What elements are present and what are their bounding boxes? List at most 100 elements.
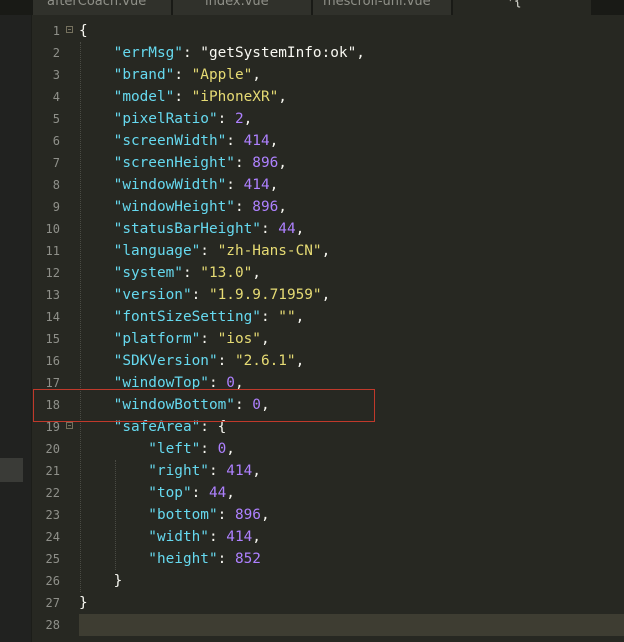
code-token: 414 (226, 529, 253, 545)
tab-mescroll-uni[interactable]: mescroll-uni.vue (313, 0, 451, 15)
code-token: : (191, 287, 209, 303)
code-token: : (260, 309, 279, 325)
code-token: "right" (79, 463, 209, 479)
code-line-27[interactable]: 27} (32, 592, 624, 614)
code-text: "brand": "Apple", (79, 64, 261, 86)
code-editor[interactable]: 1{2 "errMsg": "getSystemInfo:ok", 3 "bran… (32, 15, 624, 642)
code-line-20[interactable]: 20 "left": 0, (32, 438, 624, 460)
line-number: 25 (45, 552, 60, 566)
code-line-24[interactable]: 24 "width": 414, (32, 526, 624, 548)
tab-aftercoach[interactable]: afterCoach.vue (33, 0, 171, 15)
code-line-13[interactable]: 13 "version": "1.9.9.71959", (32, 284, 624, 306)
code-token: 44 (278, 221, 296, 237)
code-line-28[interactable]: 28 (32, 614, 624, 636)
fold-toggle-icon[interactable] (66, 422, 73, 429)
code-line-14[interactable]: 14 "fontSizeSetting": "", (32, 306, 624, 328)
tab-label: afterCoach.vue (47, 0, 147, 9)
code-line-3[interactable]: 3 "brand": "Apple", (32, 64, 624, 86)
code-text: "system": "13.0", (79, 262, 261, 284)
code-token: , (295, 309, 305, 325)
code-line-26[interactable]: 26 } (32, 570, 624, 592)
code-token: 44 (208, 485, 227, 501)
line-number: 22 (45, 486, 60, 500)
code-token: : (234, 199, 253, 215)
code-line-7[interactable]: 7 "screenHeight": 896, (32, 152, 624, 174)
line-number: 13 (45, 288, 60, 302)
code-line-25[interactable]: 25 "height": 852 (32, 548, 624, 570)
code-token: { (79, 23, 88, 39)
code-token: "screenWidth" (79, 133, 227, 149)
code-line-10[interactable]: 10 "statusBarHeight": 44, (32, 218, 624, 240)
side-panel-selected-item[interactable] (0, 458, 23, 482)
code-line-21[interactable]: 21 "right": 414, (32, 460, 624, 482)
line-number: 12 (45, 266, 60, 280)
code-token: , (356, 45, 365, 61)
code-token: } (79, 595, 88, 611)
code-token: "platform" (79, 331, 201, 347)
code-line-1[interactable]: 1{ (32, 20, 624, 42)
line-number: 6 (52, 134, 60, 148)
code-line-2[interactable]: 2 "errMsg": "getSystemInfo:ok", (32, 42, 624, 64)
code-token: , (295, 221, 305, 237)
code-token: , (243, 111, 253, 127)
code-token: , (226, 441, 235, 457)
line-number: 15 (45, 332, 60, 346)
code-line-11[interactable]: 11 "language": "zh-Hans-CN", (32, 240, 624, 262)
code-text: "model": "iPhoneXR", (79, 86, 287, 108)
code-line-8[interactable]: 8 "windowWidth": 414, (32, 174, 624, 196)
code-token: : (200, 331, 218, 347)
code-token: "version" (79, 287, 192, 303)
code-token: , (269, 133, 279, 149)
code-line-15[interactable]: 15 "platform": "ios", (32, 328, 624, 350)
line-number: 4 (52, 90, 60, 104)
code-token: , (295, 353, 305, 369)
line-number: 16 (45, 354, 60, 368)
tab-untitled-active[interactable]: *{ (453, 0, 591, 15)
code-token: : (200, 243, 218, 259)
code-line-16[interactable]: 16 "SDKVersion": "2.6.1", (32, 350, 624, 372)
code-token: , (252, 529, 261, 545)
code-token: : (174, 89, 192, 105)
code-token: "windowWidth" (79, 177, 227, 193)
line-number: 26 (45, 574, 60, 588)
side-panel (0, 15, 32, 642)
code-line-23[interactable]: 23 "bottom": 896, (32, 504, 624, 526)
code-token: "windowHeight" (79, 199, 235, 215)
code-token: 414 (226, 463, 253, 479)
code-text: "screenHeight": 896, (79, 152, 287, 174)
fold-toggle-icon[interactable] (66, 26, 73, 33)
code-token: "SDKVersion" (79, 353, 218, 369)
code-text: "platform": "ios", (79, 328, 270, 350)
code-token: 896 (234, 507, 261, 523)
tab-label: index.vue (205, 0, 269, 9)
code-line-12[interactable]: 12 "system": "13.0", (32, 262, 624, 284)
code-line-22[interactable]: 22 "top": 44, (32, 482, 624, 504)
line-number: 11 (45, 244, 60, 258)
code-token: , (226, 485, 235, 501)
line-number: 14 (45, 310, 60, 324)
code-token: , (321, 243, 331, 259)
code-line-6[interactable]: 6 "screenWidth": 414, (32, 130, 624, 152)
code-token: "statusBarHeight" (79, 221, 261, 237)
code-line-4[interactable]: 4 "model": "iPhoneXR", (32, 86, 624, 108)
tab-label: *{ (507, 0, 522, 9)
code-token: "top" (79, 485, 192, 501)
code-token: "1.9.9.71959" (208, 287, 322, 303)
code-token: "getSystemInfo:ok" (200, 45, 357, 61)
code-token: : (217, 551, 235, 567)
code-line-9[interactable]: 9 "windowHeight": 896, (32, 196, 624, 218)
code-text: "left": 0, (79, 438, 235, 460)
code-text: { (79, 20, 88, 42)
line-number: 5 (52, 112, 60, 126)
code-token: "screenHeight" (79, 155, 235, 171)
tab-index[interactable]: index.vue (173, 0, 311, 15)
code-token: "fontSizeSetting" (79, 309, 261, 325)
code-token: "bottom" (79, 507, 218, 523)
code-line-5[interactable]: 5 "pixelRatio": 2, (32, 108, 624, 130)
code-text: "width": 414, (79, 526, 261, 548)
line-number: 7 (52, 156, 60, 170)
code-token: "iPhoneXR" (191, 89, 279, 105)
code-text: "right": 414, (79, 460, 261, 482)
line-number: 10 (45, 222, 60, 236)
code-token: : (234, 155, 253, 171)
